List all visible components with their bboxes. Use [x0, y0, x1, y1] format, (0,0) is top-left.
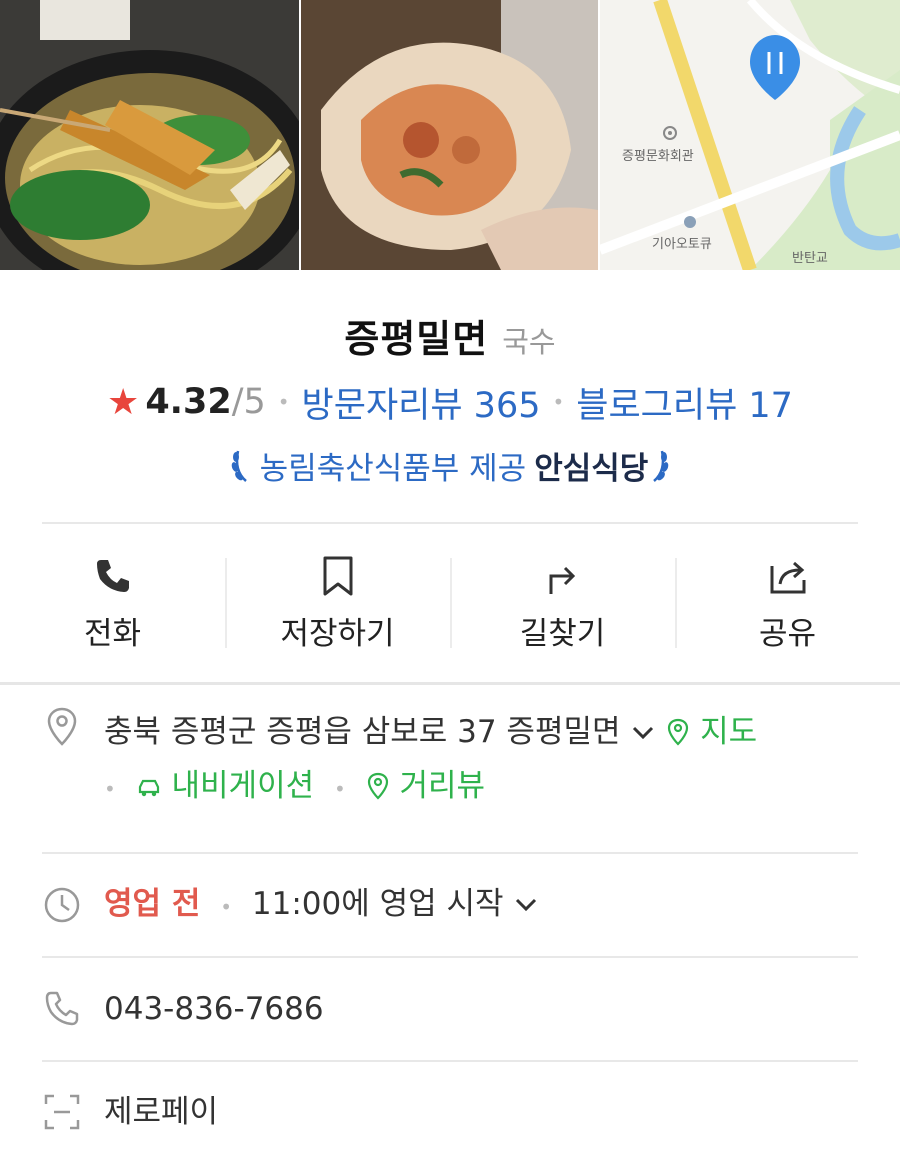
location-map-thumbnail[interactable]: 증평문화회관 기아오토큐 반탄교 [600, 0, 900, 270]
phone-row[interactable]: 043-836-7686 [0, 958, 900, 1060]
chevron-down-icon[interactable] [513, 892, 539, 918]
clock-icon [44, 887, 80, 923]
rating-row: ★ 4.32 /5 • 방문자리뷰 365 • 블로그리뷰 17 [0, 380, 900, 426]
map-link-label: 지도 [700, 714, 758, 750]
phone-number[interactable]: 043-836-7686 [104, 982, 324, 1036]
phone-outline-icon [45, 991, 79, 1026]
save-label: 저장하기 [280, 615, 395, 652]
visitor-reviews-link[interactable]: 방문자리뷰 365 [302, 377, 541, 428]
address-row: 충북 증평군 증평읍 삼보로 37 증평밀면 지도 • 내비게이션 • 거리뷰 [0, 685, 900, 827]
place-summary: 증평밀면 국수 ★ 4.32 /5 • 방문자리뷰 365 • 블로그리뷰 17… [0, 308, 900, 488]
map-label-bridge: 반탄교 [792, 251, 828, 266]
streetview-link[interactable]: 거리뷰 [366, 768, 485, 804]
separator-dot: • [220, 894, 233, 919]
badge-title: 안심식당 [534, 450, 649, 487]
save-button[interactable]: 저장하기 [225, 524, 450, 682]
star-icon: ★ [107, 381, 140, 423]
blog-reviews-link[interactable]: 블로그리뷰 17 [576, 377, 793, 428]
safe-restaurant-badge[interactable]: 농림축산식품부 제공 안심식당 [0, 442, 900, 488]
separator-dot: • [277, 390, 290, 414]
streetview-pin-icon [367, 772, 388, 800]
pay-scan-icon [44, 1094, 80, 1130]
call-label: 전화 [83, 615, 142, 652]
chevron-down-icon[interactable] [630, 720, 656, 746]
badge-provider: 농림축산식품부 제공 [259, 450, 527, 487]
laurel-left-icon [231, 450, 247, 482]
map-label-culture-center: 증평문화회관 [622, 149, 694, 164]
photo-strip: 증평문화회관 기아오토큐 반탄교 [0, 0, 900, 270]
location-pin-icon [47, 707, 77, 746]
share-button[interactable]: 공유 [675, 524, 900, 682]
action-bar: 전화 저장하기 길찾기 공유 [0, 524, 900, 682]
food-photo-noodle-soup[interactable] [0, 0, 299, 270]
map-link[interactable]: 지도 [666, 714, 757, 750]
payment-row: 제로페이 [0, 1062, 900, 1162]
share-icon [770, 561, 805, 593]
rating-score: 4.32 [145, 382, 232, 422]
navigation-link[interactable]: 내비게이션 [136, 768, 324, 804]
hours-row[interactable]: 영업 전 • 11:00에 영업 시작 [0, 854, 900, 956]
food-photo-dumpling[interactable] [301, 0, 598, 270]
opening-hours-text: 11:00에 영업 시작 [251, 885, 504, 922]
phone-icon [96, 559, 129, 592]
status-badge: 영업 전 [104, 885, 201, 922]
separator-dot: • [333, 777, 346, 801]
bookmark-icon [323, 556, 352, 595]
laurel-right-icon [653, 450, 669, 482]
map-label-auto-q: 기아오토큐 [652, 237, 712, 252]
directions-label: 길찾기 [519, 615, 606, 652]
title-row: 증평밀면 국수 [0, 308, 900, 368]
streetview-link-label: 거리뷰 [399, 768, 486, 804]
map-pin-icon [668, 718, 689, 746]
navigation-link-label: 내비게이션 [171, 768, 315, 804]
separator-dot: • [104, 777, 116, 801]
car-icon [138, 779, 159, 797]
payment-method: 제로페이 [104, 1094, 219, 1130]
address-text[interactable]: 충북 증평군 증평읍 삼보로 37 증평밀면 [104, 714, 621, 750]
directions-icon [549, 566, 575, 594]
place-category: 국수 [502, 325, 556, 359]
place-name: 증평밀면 [344, 317, 489, 361]
hours-block: 영업 전 • 11:00에 영업 시작 [104, 877, 539, 934]
directions-button[interactable]: 길찾기 [450, 524, 675, 682]
call-button[interactable]: 전화 [0, 524, 225, 682]
share-label: 공유 [758, 615, 817, 652]
address-block: 충북 증평군 증평읍 삼보로 37 증평밀면 지도 • 내비게이션 • 거리뷰 [104, 705, 757, 816]
rating-outof: /5 [231, 382, 266, 422]
separator-dot: • [552, 390, 565, 414]
